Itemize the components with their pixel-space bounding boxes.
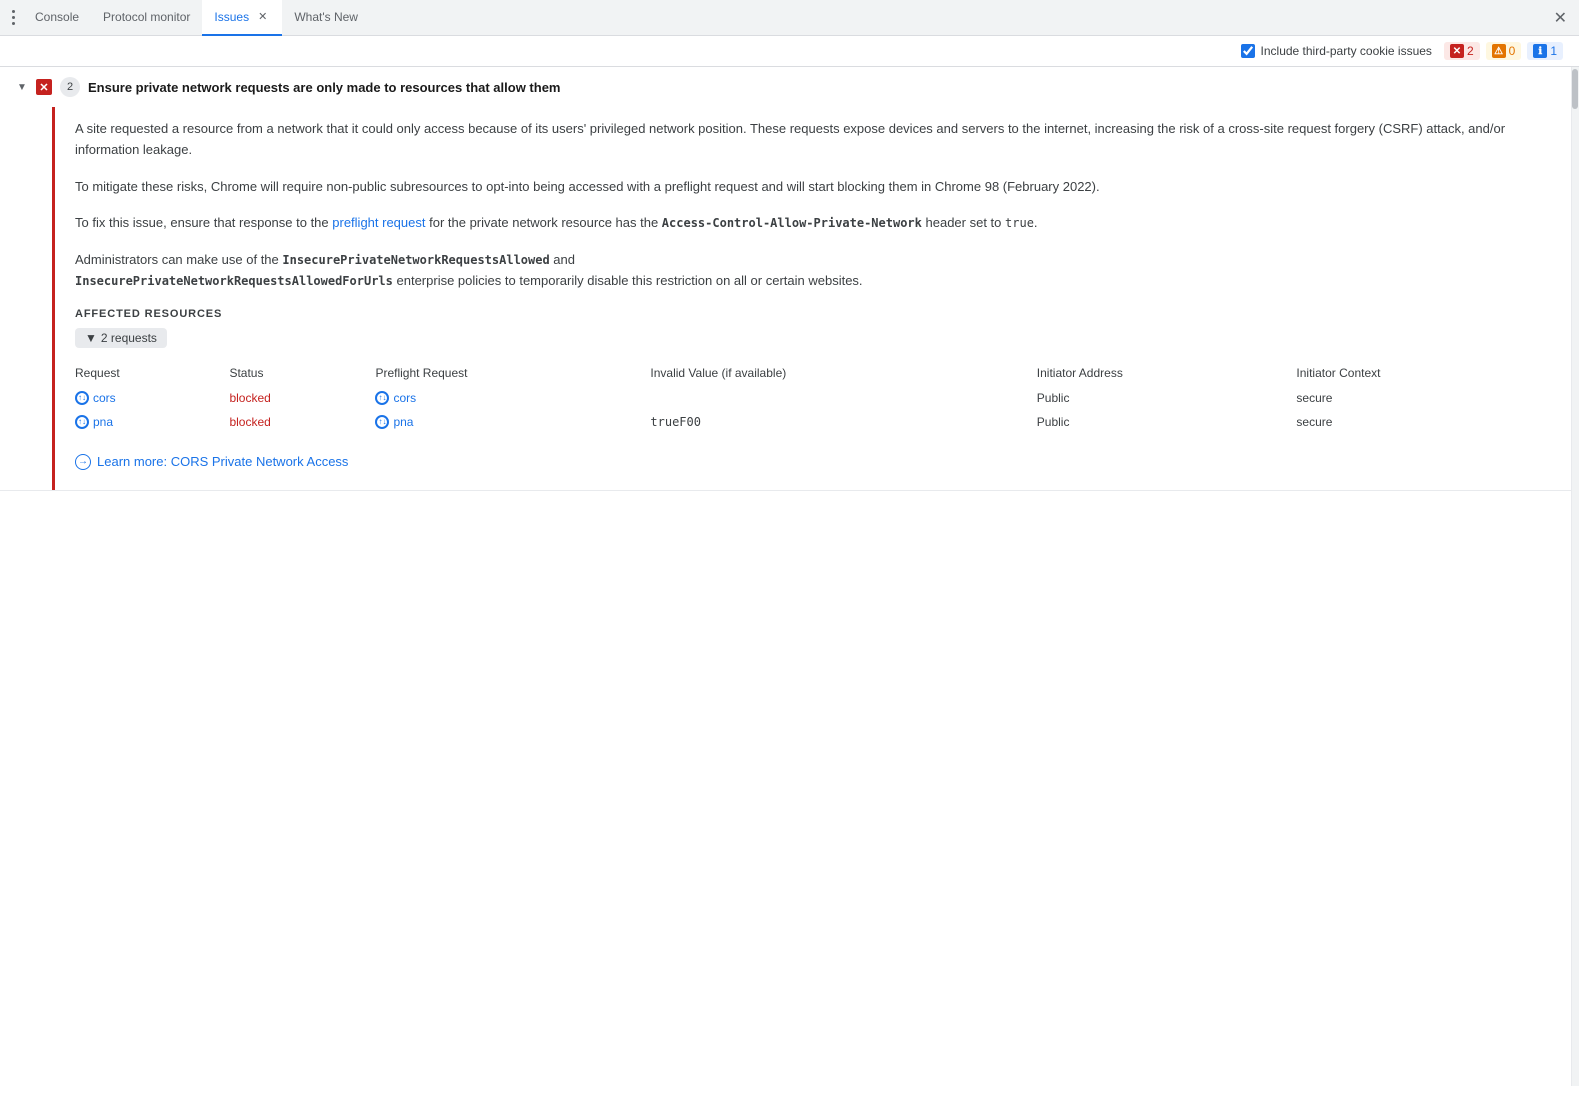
issue-counts: ✕ 2 ⚠ 0 ℹ 1 (1444, 42, 1563, 60)
desc4-before: Administrators can make use of the (75, 252, 282, 267)
tab-console[interactable]: Console (23, 0, 91, 36)
desc3-after: for the private network resource has the (426, 215, 662, 230)
tab-issues-close[interactable]: ✕ (255, 9, 270, 24)
warning-count-badge: ⚠ 0 (1486, 42, 1522, 60)
tab-protocol-monitor-label: Protocol monitor (103, 10, 190, 24)
table-row: ↑↓pnablocked↑↓pnatrueF00Publicsecure (75, 410, 1551, 434)
cell-invalid-value-1: trueF00 (650, 410, 1036, 434)
tab-whats-new[interactable]: What's New (282, 0, 370, 36)
col-request: Request (75, 360, 229, 386)
cell-invalid-value-0 (650, 386, 1036, 410)
desc3-end: header set to (922, 215, 1005, 230)
include-third-party-label[interactable]: Include third-party cookie issues (1241, 44, 1432, 58)
issue-description-2: To mitigate these risks, Chrome will req… (75, 177, 1551, 198)
issue-title: Ensure private network requests are only… (88, 80, 1555, 95)
col-preflight: Preflight Request (375, 360, 650, 386)
col-invalid-value: Invalid Value (if available) (650, 360, 1036, 386)
cell-request-0[interactable]: ↑↓cors (75, 386, 229, 410)
desc4-code2: InsecurePrivateNetworkRequestsAllowedFor… (75, 274, 393, 288)
error-count-badge: ✕ 2 (1444, 42, 1480, 60)
cell-initiator-context-0: secure (1296, 386, 1551, 410)
cell-status-1: blocked (229, 410, 375, 434)
error-icon: ✕ (36, 79, 52, 95)
issue-body: A site requested a resource from a netwo… (52, 107, 1571, 490)
error-count-icon: ✕ (1450, 44, 1464, 58)
cell-preflight-1[interactable]: ↑↓pna (375, 410, 650, 434)
info-count-badge: ℹ 1 (1527, 42, 1563, 60)
tab-protocol-monitor[interactable]: Protocol monitor (91, 0, 202, 36)
desc3-code: Access-Control-Allow-Private-Network (662, 216, 922, 230)
cell-preflight-0[interactable]: ↑↓cors (375, 386, 650, 410)
issue-header[interactable]: ▼ ✕ 2 Ensure private network requests ar… (0, 67, 1571, 107)
cell-initiator-address-1: Public (1037, 410, 1297, 434)
cell-request-1[interactable]: ↑↓pna (75, 410, 229, 434)
issues-toolbar: Include third-party cookie issues ✕ 2 ⚠ … (0, 36, 1579, 67)
desc3-period: . (1034, 215, 1038, 230)
info-count-icon: ℹ (1533, 44, 1547, 58)
cell-initiator-address-0: Public (1037, 386, 1297, 410)
close-devtools-button[interactable]: ✕ (1546, 8, 1575, 28)
tab-issues-label: Issues (214, 10, 249, 24)
info-count-value: 1 (1550, 44, 1557, 58)
main-content: ▼ ✕ 2 Ensure private network requests ar… (0, 67, 1579, 1086)
more-tabs-button[interactable] (4, 10, 23, 25)
learn-more-link[interactable]: → Learn more: CORS Private Network Acces… (75, 454, 1551, 470)
col-status: Status (229, 360, 375, 386)
tab-whats-new-label: What's New (294, 10, 358, 24)
desc4-after: enterprise policies to temporarily disab… (393, 273, 863, 288)
warning-count-value: 0 (1509, 44, 1516, 58)
col-initiator-context: Initiator Context (1296, 360, 1551, 386)
learn-more-label: Learn more: CORS Private Network Access (97, 454, 348, 469)
cell-status-0: blocked (229, 386, 375, 410)
warning-count-icon: ⚠ (1492, 44, 1506, 58)
issue-group: ▼ ✕ 2 Ensure private network requests ar… (0, 67, 1571, 491)
tab-issues[interactable]: Issues ✕ (202, 0, 282, 36)
scrollbar-track[interactable] (1571, 67, 1579, 1086)
issue-count-circle: 2 (60, 77, 80, 97)
desc3-true: true (1005, 216, 1034, 230)
issue-description-3: To fix this issue, ensure that response … (75, 213, 1551, 234)
toggle-label: 2 requests (101, 331, 157, 345)
resources-table: Request Status Preflight Request Invalid… (75, 360, 1551, 434)
col-initiator-address: Initiator Address (1037, 360, 1297, 386)
resources-toggle[interactable]: ▼ 2 requests (75, 328, 167, 348)
desc4-and: and (550, 252, 575, 267)
cell-initiator-context-1: secure (1296, 410, 1551, 434)
error-count-value: 2 (1467, 44, 1474, 58)
issues-panel[interactable]: ▼ ✕ 2 Ensure private network requests ar… (0, 67, 1571, 1086)
issue-description-1: A site requested a resource from a netwo… (75, 119, 1551, 161)
desc4-code1: InsecurePrivateNetworkRequestsAllowed (282, 253, 549, 267)
tab-bar: Console Protocol monitor Issues ✕ What's… (0, 0, 1579, 36)
issue-description-4: Administrators can make use of the Insec… (75, 250, 1551, 292)
table-row: ↑↓corsblocked↑↓cors Publicsecure (75, 386, 1551, 410)
affected-resources-label: AFFECTED RESOURCES (75, 308, 1551, 320)
chevron-down-icon: ▼ (16, 81, 28, 93)
scrollbar-thumb[interactable] (1572, 69, 1578, 109)
include-third-party-checkbox[interactable] (1241, 44, 1255, 58)
include-third-party-text: Include third-party cookie issues (1261, 44, 1432, 58)
tab-console-label: Console (35, 10, 79, 24)
desc3-before: To fix this issue, ensure that response … (75, 215, 332, 230)
learn-more-icon: → (75, 454, 91, 470)
chevron-icon: ▼ (85, 331, 97, 345)
preflight-request-link[interactable]: preflight request (332, 215, 425, 230)
